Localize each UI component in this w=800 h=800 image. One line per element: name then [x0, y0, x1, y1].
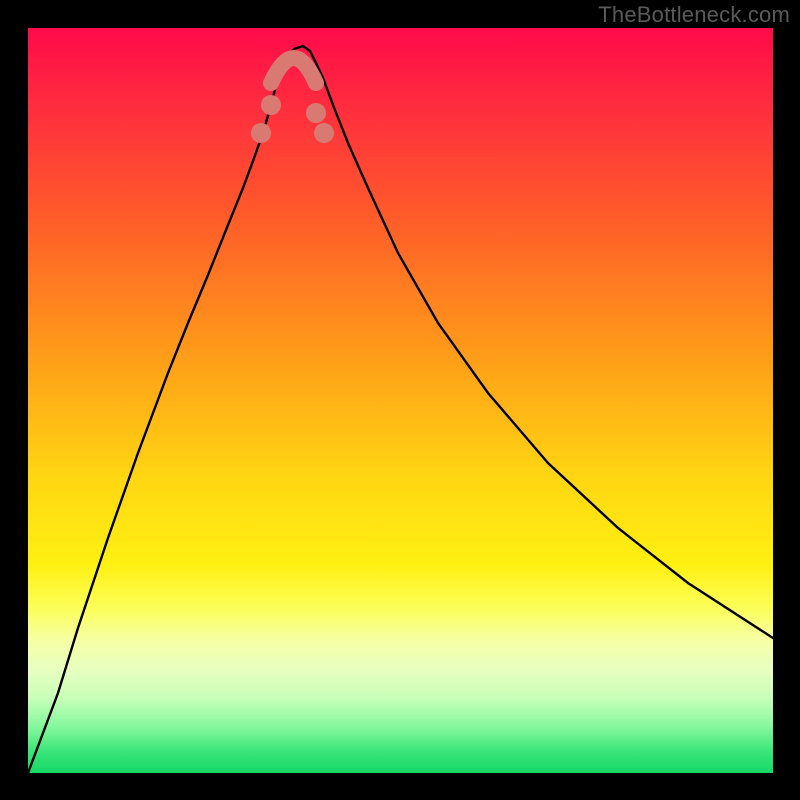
highlight-beads-group: [251, 58, 334, 143]
highlight-bead-2: [261, 95, 281, 115]
highlight-bead-1: [251, 123, 271, 143]
chart-plot-area: [28, 28, 773, 773]
watermark-text: TheBottleneck.com: [598, 2, 790, 28]
bottleneck-curve-svg: [28, 28, 773, 773]
highlight-bead-3: [306, 103, 326, 123]
bottleneck-curve-line: [28, 46, 773, 773]
highlight-bead-4: [314, 123, 334, 143]
highlight-arc: [271, 58, 316, 83]
